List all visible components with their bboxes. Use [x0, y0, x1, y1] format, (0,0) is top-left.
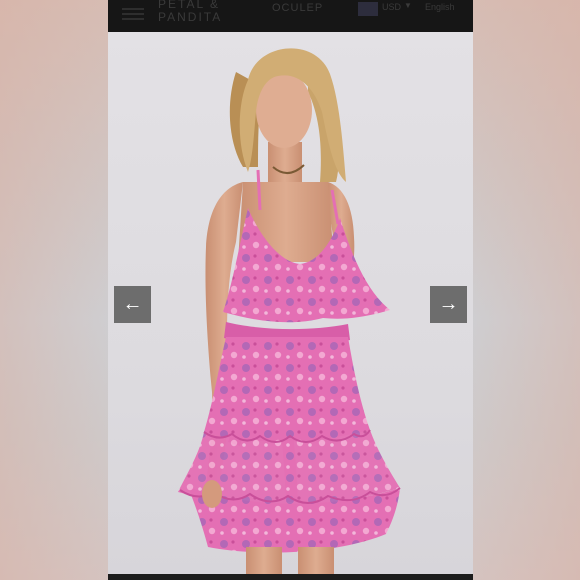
- product-photo: [108, 32, 473, 577]
- flag-icon[interactable]: [358, 2, 378, 16]
- menu-icon[interactable]: [122, 5, 144, 23]
- brand-line-2: PANDITA: [158, 10, 223, 24]
- site-header: PETAL & PANDITA OCULEP USD ▼ English: [108, 0, 473, 32]
- left-blur-background: [0, 0, 108, 580]
- bottom-bar: [108, 574, 473, 580]
- brand-logo[interactable]: PETAL & PANDITA: [158, 0, 250, 24]
- currency-select[interactable]: USD: [382, 2, 401, 12]
- phone-screen: PETAL & PANDITA OCULEP USD ▼ English ← →: [108, 0, 473, 580]
- nav-link[interactable]: OCULEP: [272, 2, 323, 14]
- arrow-right-icon: →: [438, 293, 459, 315]
- arrow-left-icon: ←: [122, 293, 143, 315]
- next-image-button[interactable]: →: [430, 286, 467, 323]
- chevron-down-icon[interactable]: ▼: [404, 1, 412, 10]
- model-illustration: [178, 48, 401, 577]
- language-select[interactable]: English: [425, 2, 455, 12]
- previous-image-button[interactable]: ←: [114, 286, 151, 323]
- right-blur-background: [473, 0, 580, 580]
